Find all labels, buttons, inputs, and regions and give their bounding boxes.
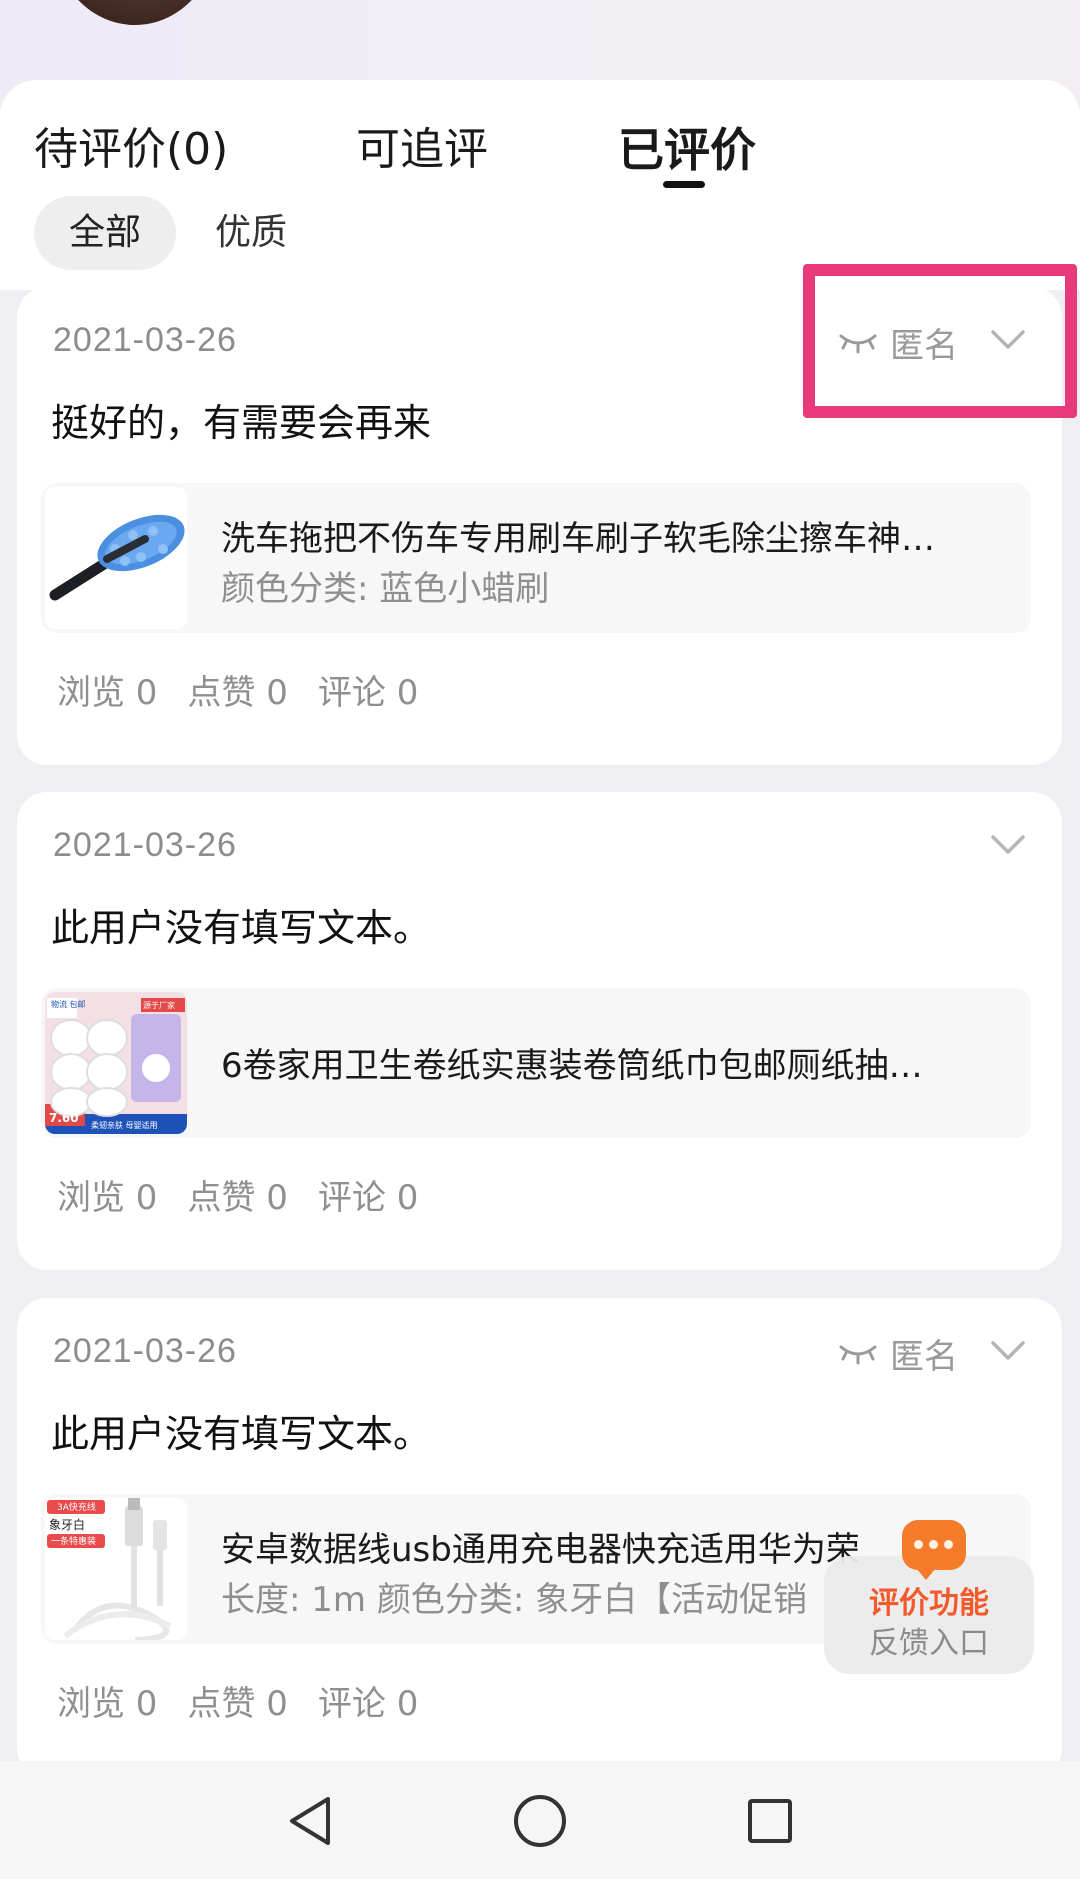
car-mop-image <box>45 487 187 629</box>
comments-count[interactable]: 评论 0 <box>318 665 418 714</box>
back-icon[interactable] <box>278 1789 342 1853</box>
filter-quality-chip[interactable]: 优质 <box>196 196 306 270</box>
views-count: 浏览 0 <box>57 1684 158 1724</box>
thumb-tag: 象牙白 <box>49 1517 85 1532</box>
thumb-tag: 柔韧亲肤 母婴适用 <box>91 1120 158 1130</box>
likes-count[interactable]: 点赞 0 <box>187 665 287 714</box>
tab-follow-up-review[interactable]: 可追评 <box>356 110 488 190</box>
tab-reviewed[interactable]: 已评价 <box>618 110 756 190</box>
thumb-tag: 物流 包邮 <box>51 999 86 1009</box>
review-card: 2021-03-26 匿名 挺好的，有需要会再来 洗车拖把不伤车专用刷车刷子软毛… <box>17 287 1062 765</box>
product-spec: 颜色分类: 蓝色小蜡刷 <box>221 569 550 609</box>
review-date: 2021-03-26 <box>53 1332 237 1370</box>
thumb-tag: 3A快充线 <box>57 1501 96 1513</box>
anonymous-label: 匿名 <box>890 325 958 366</box>
chevron-down-icon[interactable] <box>990 830 1026 860</box>
avatar[interactable] <box>50 0 220 25</box>
product-thumbnail: 物流 包邮 源于厂家 7.60 柔韧亲肤 母婴适用 <box>45 992 187 1134</box>
active-tab-indicator <box>663 181 705 188</box>
filter-all-chip[interactable]: 全部 <box>34 196 176 270</box>
recents-icon[interactable] <box>738 1789 802 1853</box>
product-thumbnail: 3A快充线 象牙白 一条特惠装 <box>45 1498 187 1640</box>
review-text: 此用户没有填写文本。 <box>51 906 432 950</box>
review-stats: 浏览 0 点赞 0 评论 0 <box>57 665 418 714</box>
feedback-subtitle: 反馈入口 <box>869 1626 989 1661</box>
comments-count[interactable]: 评论 0 <box>318 1170 418 1219</box>
tabs-panel: 待评价(0) 可追评 已评价 全部 优质 <box>0 80 1080 290</box>
thumb-price: 7.60 <box>49 1111 79 1125</box>
review-card: 2021-03-26 此用户没有填写文本。 物流 包邮 源于厂家 7.60 柔韧… <box>17 792 1062 1270</box>
anonymous-toggle[interactable]: 匿名 <box>838 317 958 367</box>
chat-bubble-icon <box>902 1520 966 1580</box>
views-count: 浏览 0 <box>57 1178 158 1218</box>
review-text: 此用户没有填写文本。 <box>51 1412 432 1456</box>
review-stats: 浏览 0 点赞 0 评论 0 <box>57 1170 418 1219</box>
anonymous-label: 匿名 <box>890 1336 958 1377</box>
review-date: 2021-03-26 <box>53 826 237 864</box>
closed-eye-icon <box>839 1345 877 1365</box>
product-thumbnail <box>45 487 187 629</box>
anonymous-toggle[interactable]: 匿名 <box>838 1328 958 1378</box>
review-stats: 浏览 0 点赞 0 评论 0 <box>57 1676 418 1725</box>
usb-cable-image: 3A快充线 象牙白 一条特惠装 <box>45 1498 187 1640</box>
chevron-down-icon[interactable] <box>990 1336 1026 1366</box>
system-navigation-bar <box>0 1761 1080 1879</box>
screen: 待评价(0) 可追评 已评价 全部 优质 2021-03-26 匿名 挺好的，有… <box>0 0 1080 1879</box>
review-text: 挺好的，有需要会再来 <box>51 401 432 445</box>
thumb-tag: 一条特惠装 <box>51 1535 96 1547</box>
home-icon[interactable] <box>508 1789 572 1853</box>
thumb-tag: 源于厂家 <box>143 1000 175 1010</box>
comments-count[interactable]: 评论 0 <box>318 1676 418 1725</box>
toilet-paper-image: 物流 包邮 源于厂家 7.60 柔韧亲肤 母婴适用 <box>45 992 187 1134</box>
product-summary[interactable]: 洗车拖把不伤车专用刷车刷子软毛除尘擦车神… 颜色分类: 蓝色小蜡刷 <box>41 483 1031 633</box>
chevron-down-icon[interactable] <box>990 325 1026 355</box>
closed-eye-icon <box>839 334 877 354</box>
views-count: 浏览 0 <box>57 673 158 713</box>
product-title: 安卓数据线usb通用充电器快充适用华为荣 <box>221 1530 860 1570</box>
product-spec: 长度: 1m 颜色分类: 象牙白【活动促销 <box>221 1580 808 1620</box>
likes-count[interactable]: 点赞 0 <box>187 1170 287 1219</box>
feedback-entry-button[interactable]: 评价功能 反馈入口 <box>824 1520 1034 1674</box>
feedback-title: 评价功能 <box>869 1586 989 1621</box>
likes-count[interactable]: 点赞 0 <box>187 1676 287 1725</box>
product-summary[interactable]: 物流 包邮 源于厂家 7.60 柔韧亲肤 母婴适用 6卷家用卫生卷纸实惠装卷筒纸… <box>41 988 1031 1138</box>
product-title: 洗车拖把不伤车专用刷车刷子软毛除尘擦车神… <box>221 519 935 559</box>
product-title: 6卷家用卫生卷纸实惠装卷筒纸巾包邮厕纸抽… <box>221 1046 923 1086</box>
tab-pending-review[interactable]: 待评价(0) <box>34 110 228 190</box>
review-date: 2021-03-26 <box>53 321 237 359</box>
